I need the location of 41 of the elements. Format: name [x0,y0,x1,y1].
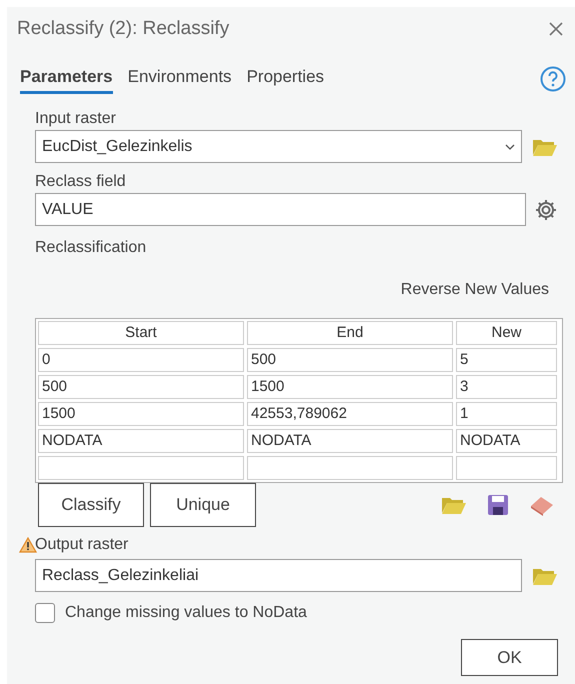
ok-button[interactable]: OK [461,639,558,676]
reclass-field-input[interactable]: VALUE [35,193,526,226]
table-cell[interactable]: NODATA [38,429,244,453]
field-label: Reclass field [35,172,127,192]
chevron-down-icon[interactable] [505,144,515,150]
table-cell[interactable] [38,456,244,480]
table-cell[interactable]: 42553,789062 [247,402,453,426]
table-cell[interactable]: 1 [456,402,557,426]
checkbox[interactable] [35,603,55,623]
table-cell[interactable] [456,456,557,480]
table-cell[interactable]: 1500 [38,402,244,426]
field-label: Input raster [35,109,117,129]
table-action-button[interactable]: Classify [38,483,144,527]
field-label: Output raster [35,535,128,555]
eraser-icon[interactable] [529,494,555,516]
window-title: Reclassify (2): Reclassify [17,17,230,41]
column-header: End [247,321,453,345]
settings-icon[interactable] [534,198,558,222]
tab[interactable]: Parameters [20,64,113,94]
input-raster-dropdown[interactable]: EucDist_Gelezinkelis [35,130,522,163]
folder-icon[interactable] [441,495,467,515]
table-cell[interactable]: 0 [38,348,244,372]
checkbox-label: Change missing values to NoData [65,603,307,623]
column-header: Start [38,321,244,345]
table-cell[interactable]: 1500 [247,375,453,399]
table-cell[interactable]: 500 [38,375,244,399]
table-cell[interactable]: 5 [456,348,557,372]
reverse-new-values-link[interactable]: Reverse New Values [400,278,549,302]
output-raster-input[interactable]: Reclass_Gelezinkeliai [35,559,522,592]
help-icon[interactable] [540,66,566,92]
table-cell[interactable]: NODATA [247,429,453,453]
table-cell[interactable] [247,456,453,480]
save-icon[interactable] [487,494,509,516]
tab[interactable]: Properties [246,64,324,94]
tab[interactable]: Environments [128,64,232,94]
table-cell[interactable]: 3 [456,375,557,399]
table-cell[interactable]: NODATA [456,429,557,453]
section-label: Reclassification [35,238,148,258]
column-header: New [456,321,557,345]
table-cell[interactable]: 500 [247,348,453,372]
table-action-button[interactable]: Unique [150,483,256,527]
